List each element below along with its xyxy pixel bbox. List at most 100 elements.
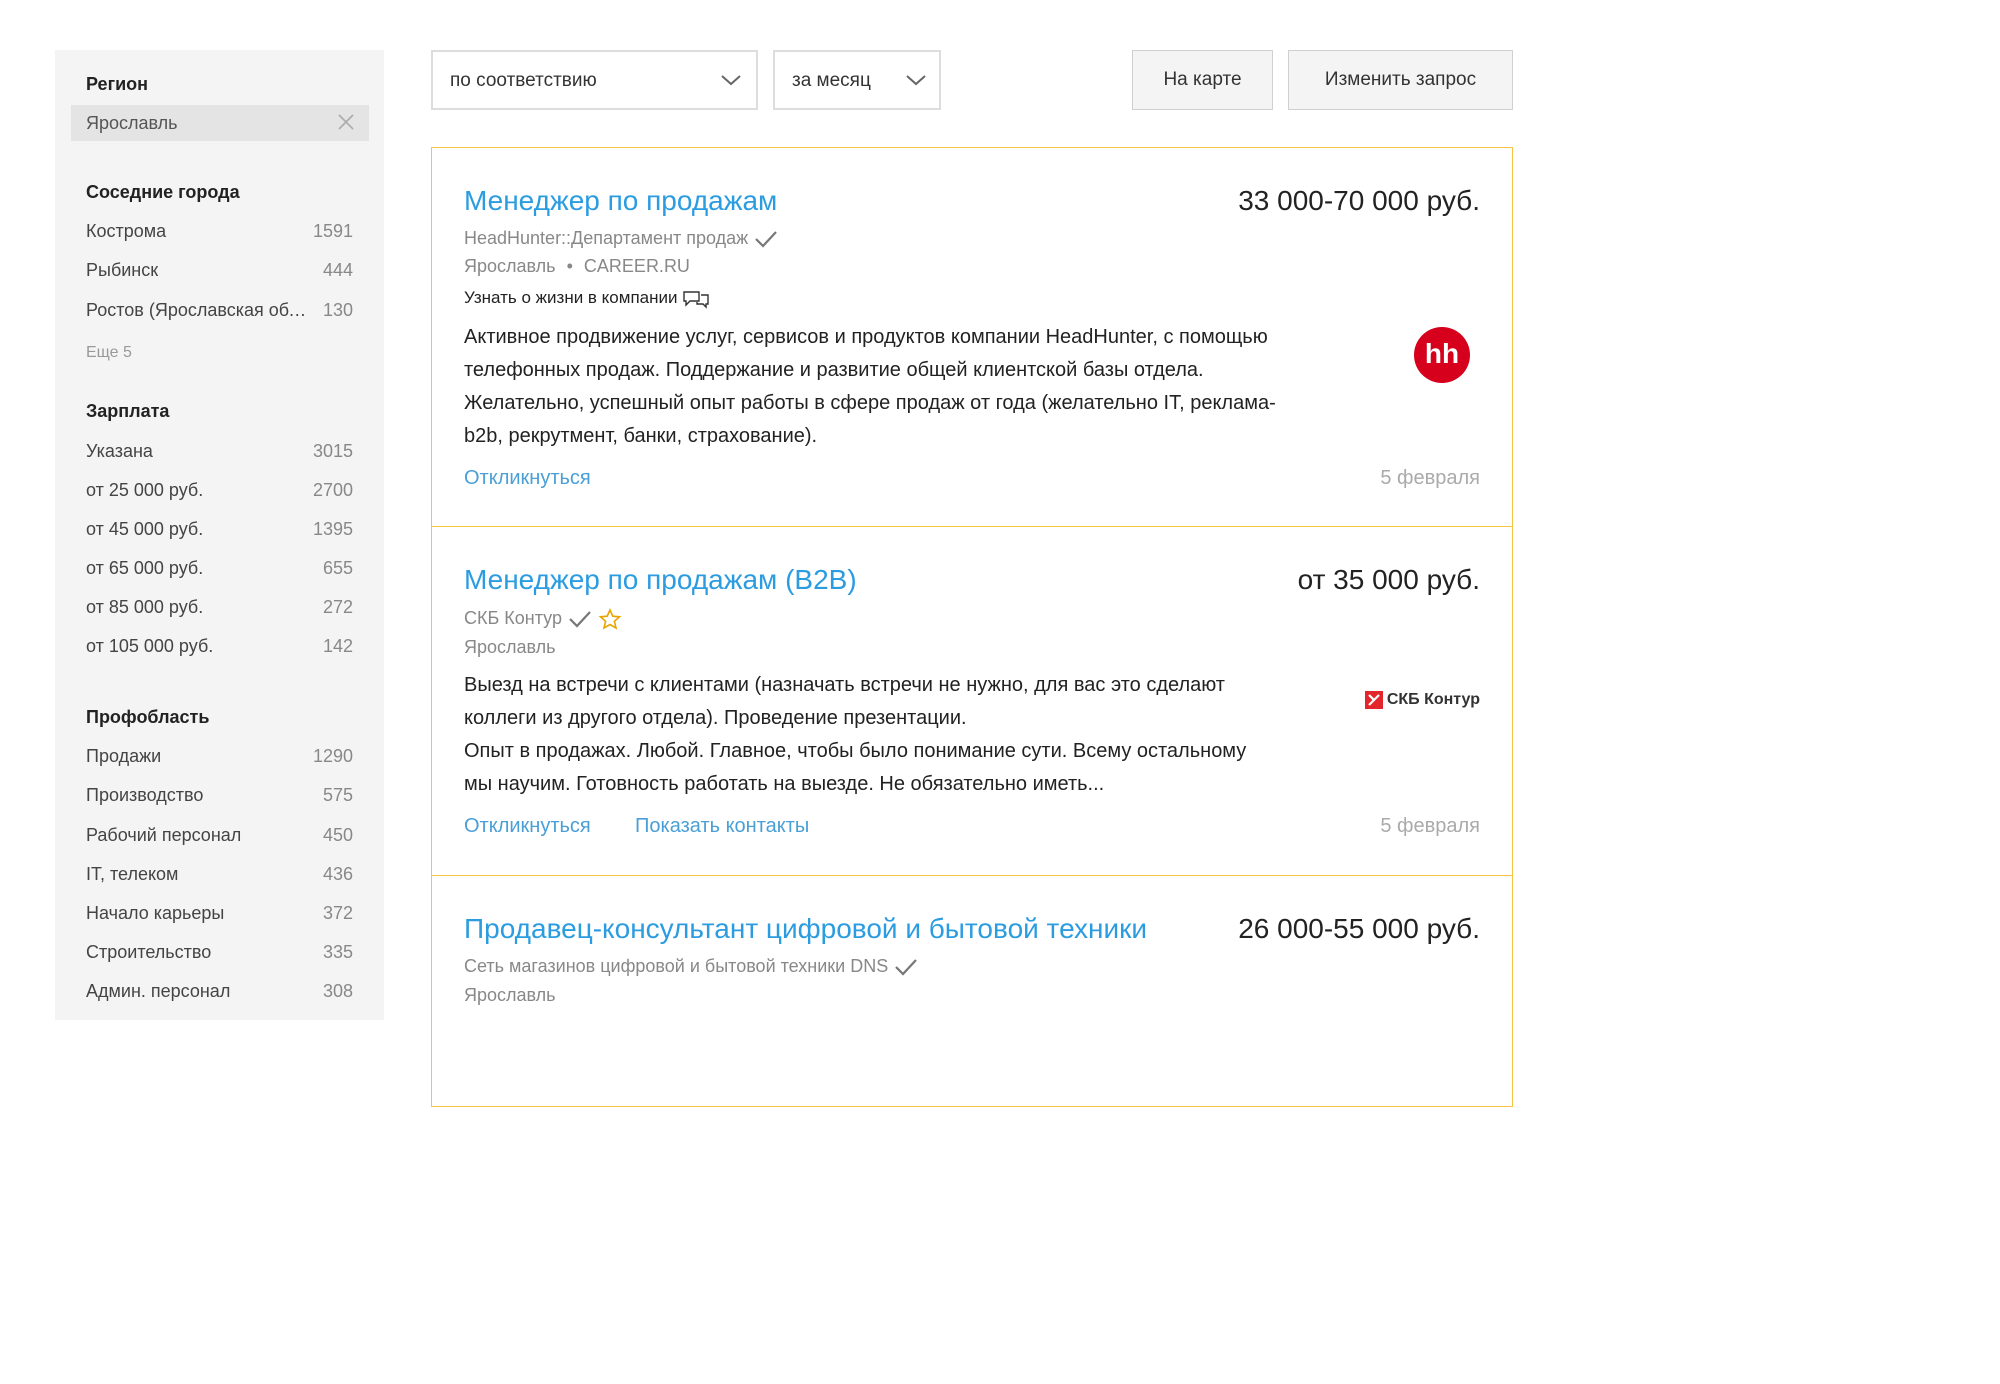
vacancy-salary: от 35 000 руб. xyxy=(1297,564,1480,595)
kontur-mark-icon xyxy=(1364,691,1383,709)
description-line: Активное продвижение услуг, сервисов и п… xyxy=(464,326,1268,348)
company-life-link[interactable]: Узнать о жизни в компании xyxy=(464,288,710,309)
filter-count: 372 xyxy=(322,903,353,923)
filter-count: 575 xyxy=(322,785,353,805)
company-name: HeadHunter::Департамент продаж xyxy=(464,228,749,248)
vacancy-title-link[interactable]: Менеджер по продажам (B2B) xyxy=(464,564,857,596)
filter-name: Ростов (Ярославская область) xyxy=(86,300,311,320)
salary-item[interactable]: от 105 000 руб. 142 xyxy=(86,636,353,657)
period-select-value: за месяц xyxy=(792,70,871,91)
region-chip[interactable]: Ярославль xyxy=(71,105,369,141)
filter-count: 655 xyxy=(322,558,353,578)
vacancy-city: Ярославль xyxy=(464,985,556,1005)
filter-name: IT, телеком xyxy=(86,864,179,884)
dot-separator: • xyxy=(566,256,573,276)
sort-select-value: по соответствию xyxy=(450,70,597,91)
filter-name: от 45 000 руб. xyxy=(86,519,204,539)
region-chip-label: Ярославль xyxy=(86,113,178,133)
company-name: Сеть магазинов цифровой и бытовой техник… xyxy=(464,956,889,976)
vacancy-company[interactable]: Сеть магазинов цифровой и бытовой техник… xyxy=(464,956,919,977)
description-line: мы научим. Готовность работать на выезде… xyxy=(464,773,1105,795)
filter-count: 1290 xyxy=(312,746,353,766)
nearby-item-kostroma[interactable]: Кострома 1591 xyxy=(86,221,353,242)
vacancy-city: Ярославль xyxy=(464,637,556,657)
company-life-label: Узнать о жизни в компании xyxy=(464,288,678,307)
filter-count: 450 xyxy=(322,825,353,845)
close-icon[interactable] xyxy=(336,112,356,132)
vacancy-source: CAREER.RU xyxy=(583,256,690,276)
filter-name: Указана xyxy=(86,441,153,461)
prof-title: Профобласть xyxy=(86,707,210,727)
vacancy-date: 5 февраля xyxy=(1380,467,1480,489)
filter-count: 335 xyxy=(322,942,353,962)
nearby-item-rostov[interactable]: Ростов (Ярославская область) 130 xyxy=(86,300,353,321)
prof-item[interactable]: IT, телеком 436 xyxy=(86,864,353,885)
prof-item[interactable]: Строительство 335 xyxy=(86,942,353,963)
company-name: СКБ Контур xyxy=(464,608,562,628)
filter-name: Начало карьеры xyxy=(86,903,225,923)
vacancy-card: Менеджер по продажам 33 000-70 000 руб. … xyxy=(432,148,1512,526)
filter-count: 3015 xyxy=(312,441,353,461)
filters-sidebar: Регион Ярославль Соседние города Костром… xyxy=(55,50,384,1020)
filter-count: 130 xyxy=(322,300,353,320)
salary-item[interactable]: от 25 000 руб. 2700 xyxy=(86,480,353,501)
nearby-more-link[interactable]: Еще 5 xyxy=(86,344,132,362)
map-button[interactable]: На карте xyxy=(1132,50,1273,110)
filter-name: от 85 000 руб. xyxy=(86,597,204,617)
vacancy-company[interactable]: HeadHunter::Департамент продаж xyxy=(464,228,779,249)
filter-count: 1591 xyxy=(312,221,353,241)
prof-item[interactable]: Продажи 1290 xyxy=(86,746,353,767)
respond-link[interactable]: Откликнуться xyxy=(464,815,591,838)
description-line: Опыт в продажах. Любой. Главное, чтобы б… xyxy=(464,740,1247,762)
filter-count: 308 xyxy=(322,981,353,1001)
region-title: Регион xyxy=(86,74,148,94)
period-select[interactable]: за месяц xyxy=(773,50,941,110)
filter-name: Строительство xyxy=(86,942,212,962)
filter-name: от 105 000 руб. xyxy=(86,636,214,656)
filter-count: 272 xyxy=(322,597,353,617)
sort-select[interactable]: по соответствию xyxy=(431,50,758,110)
vacancy-city: Ярославль xyxy=(464,256,556,276)
filter-name: Рабочий персонал xyxy=(86,825,242,845)
nearby-title: Соседние города xyxy=(86,182,240,202)
filter-name: Продажи xyxy=(86,746,162,766)
salary-item[interactable]: Указана 3015 xyxy=(86,441,353,462)
vacancy-company[interactable]: СКБ Контур xyxy=(464,608,622,630)
description-line: телефонных продаж. Поддержание и развити… xyxy=(464,359,1204,381)
star-icon xyxy=(598,608,622,630)
change-query-button[interactable]: Изменить запрос xyxy=(1288,50,1513,110)
vacancy-description: Выезд на встречи с клиентами (назначать … xyxy=(464,669,1364,801)
filter-count: 142 xyxy=(322,636,353,656)
description-line: коллеги из другого отдела). Проведение п… xyxy=(464,707,967,729)
vacancy-card: Продавец-консультант цифровой и бытовой … xyxy=(432,876,1512,1108)
prof-item[interactable]: Начало карьеры 372 xyxy=(86,903,353,924)
verified-check-icon xyxy=(755,231,778,248)
show-contacts-link[interactable]: Показать контакты xyxy=(635,815,809,838)
filter-count: 2700 xyxy=(312,480,353,500)
vacancy-description: Активное продвижение услуг, сервисов и п… xyxy=(464,321,1364,453)
kontur-logo-text: СКБ Контур xyxy=(1386,691,1480,708)
nearby-item-rybinsk[interactable]: Рыбинск 444 xyxy=(86,260,353,281)
prof-item[interactable]: Производство 575 xyxy=(86,785,353,806)
vacancy-title-link[interactable]: Продавец-консультант цифровой и бытовой … xyxy=(464,913,1147,945)
prof-item[interactable]: Админ. персонал 308 xyxy=(86,981,353,1002)
chevron-down-icon xyxy=(721,75,741,86)
hh-logo[interactable]: hh xyxy=(1414,327,1470,383)
verified-check-icon xyxy=(895,959,918,976)
vacancy-card: Менеджер по продажам (B2B) от 35 000 руб… xyxy=(432,527,1512,875)
kontur-logo[interactable]: СКБ Контур xyxy=(1364,689,1480,711)
salary-item[interactable]: от 85 000 руб. 272 xyxy=(86,597,353,618)
salary-item[interactable]: от 45 000 руб. 1395 xyxy=(86,519,353,540)
description-line: b2b, рекрутмент, банки, страхование). xyxy=(464,425,818,447)
salary-item[interactable]: от 65 000 руб. 655 xyxy=(86,558,353,579)
vacancy-date: 5 февраля xyxy=(1380,815,1480,837)
verified-check-icon xyxy=(569,611,591,628)
chat-bubbles-icon xyxy=(683,290,709,309)
filter-name: Производство xyxy=(86,785,204,805)
vacancy-title-link[interactable]: Менеджер по продажам xyxy=(464,185,777,217)
vacancy-salary: 33 000-70 000 руб. xyxy=(1238,185,1480,216)
prof-item[interactable]: Рабочий персонал 450 xyxy=(86,825,353,846)
respond-link[interactable]: Откликнуться xyxy=(464,467,591,490)
filter-name: Админ. персонал xyxy=(86,981,231,1001)
vacancy-location: Ярославль • CAREER.RU xyxy=(464,256,690,277)
